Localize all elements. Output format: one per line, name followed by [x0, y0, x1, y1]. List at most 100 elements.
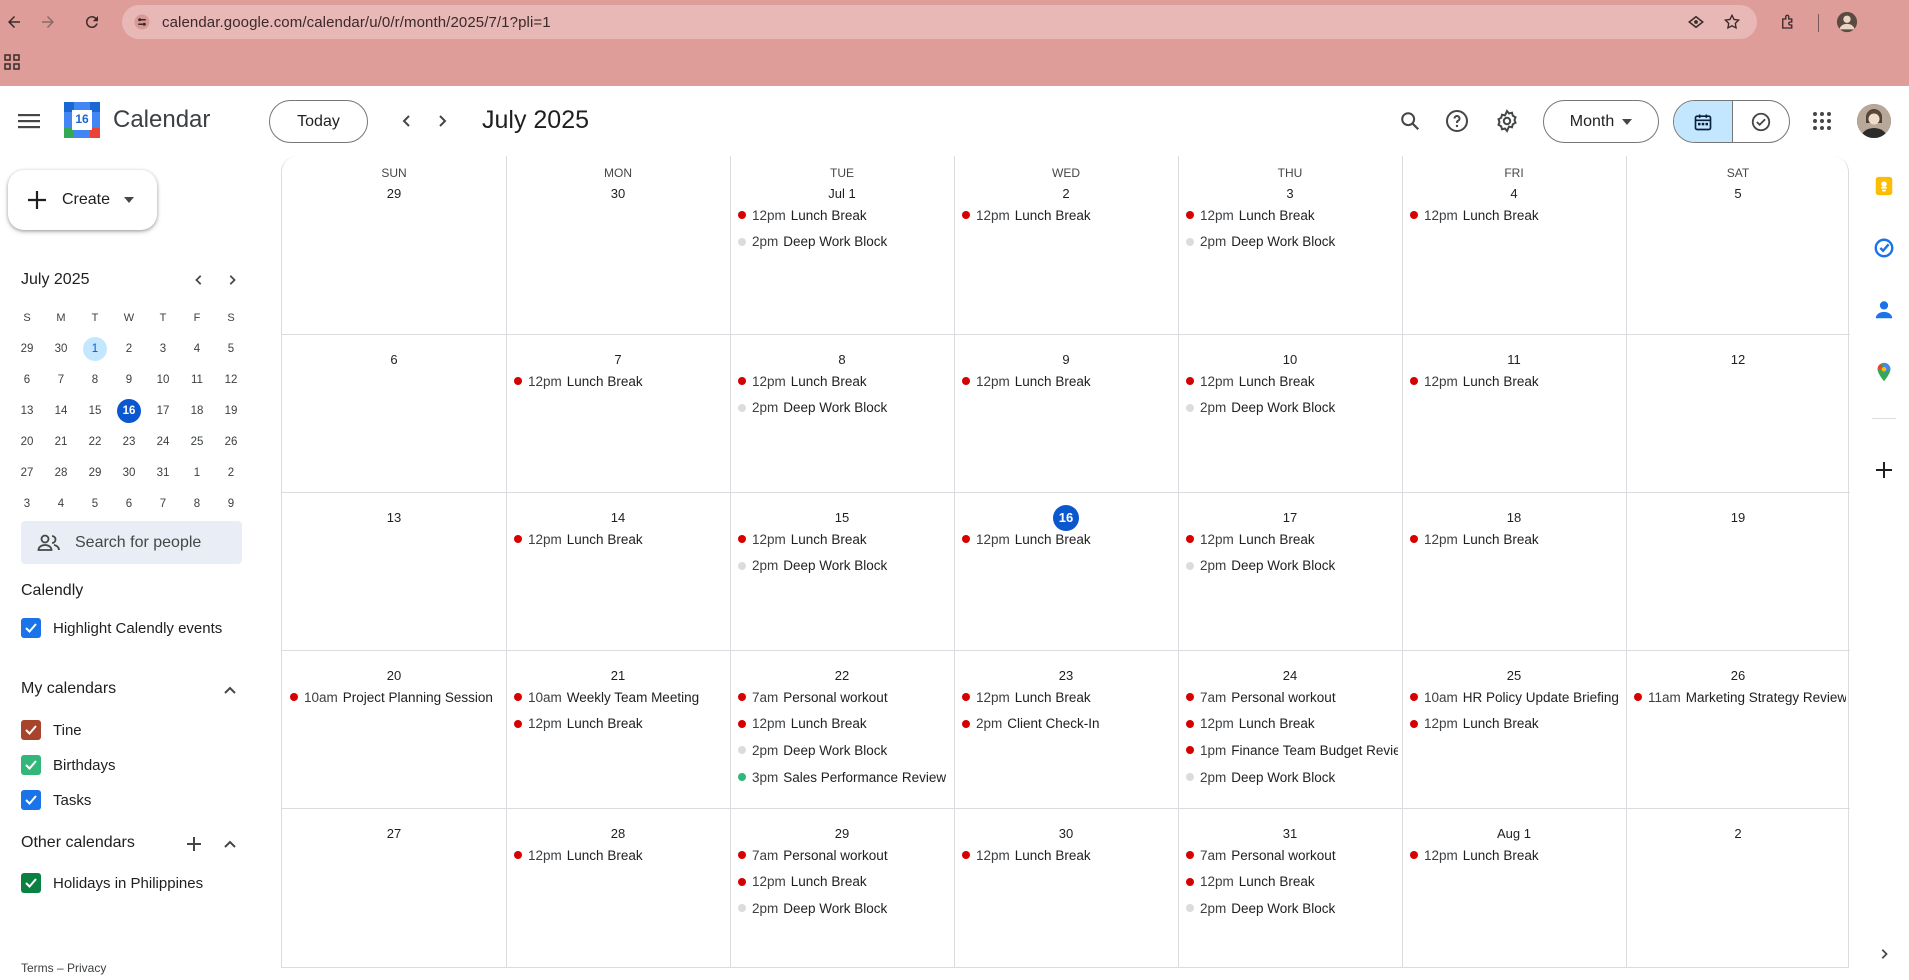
mini-day[interactable]: 2 [112, 333, 146, 364]
mini-day[interactable]: 9 [112, 364, 146, 395]
contacts-icon[interactable] [1872, 298, 1896, 322]
calendar-event[interactable]: 12pm Lunch Break [1410, 713, 1622, 735]
day-cell[interactable]: Aug 1 12pm Lunch Break [1402, 808, 1626, 968]
day-cell[interactable]: 27 [282, 808, 506, 968]
add-icon[interactable] [1872, 458, 1896, 482]
mini-day[interactable]: 6 [10, 364, 44, 395]
back-icon[interactable] [0, 8, 28, 36]
tasks-view-icon[interactable] [1731, 101, 1790, 142]
calendar-item-holidays-in-philippines[interactable]: Holidays in Philippines [21, 873, 203, 893]
mini-day[interactable]: 21 [44, 426, 78, 457]
mini-day[interactable]: 19 [214, 395, 248, 426]
collapse-chevron-icon[interactable] [218, 678, 242, 702]
day-cell[interactable]: 4 12pm Lunch Break [1402, 156, 1626, 334]
calendar-event[interactable]: 10am Weekly Team Meeting [514, 686, 726, 708]
calendar-event[interactable]: 2pm Deep Work Block [738, 555, 950, 577]
mini-day[interactable]: 4 [44, 488, 78, 519]
calendar-item-tine[interactable]: Tine [21, 720, 82, 740]
day-cell[interactable]: 30 [506, 156, 730, 334]
day-cell[interactable]: 30 12pm Lunch Break [954, 808, 1178, 968]
search-people-input[interactable]: Search for people [21, 521, 242, 564]
mini-previous-icon[interactable] [187, 268, 211, 292]
calendar-event[interactable]: 2pm Deep Work Block [1186, 555, 1398, 577]
mini-day[interactable]: 3 [10, 488, 44, 519]
calendar-event[interactable]: 12pm Lunch Break [514, 713, 726, 735]
mini-day[interactable]: 4 [180, 333, 214, 364]
calendar-event[interactable]: 7am Personal workout [1186, 844, 1398, 866]
today-button[interactable]: Today [269, 100, 368, 143]
day-cell[interactable]: 18 12pm Lunch Break [1402, 492, 1626, 650]
day-number[interactable]: 9 [954, 352, 1178, 367]
mini-day[interactable]: 13 [10, 395, 44, 426]
mini-day[interactable]: 6 [112, 488, 146, 519]
calendar-event[interactable]: 1pm Finance Team Budget Review [1186, 739, 1398, 761]
calendar-event[interactable]: 12pm Lunch Break [1410, 844, 1622, 866]
mini-day[interactable]: 30 [112, 457, 146, 488]
mini-day[interactable]: 3 [146, 333, 180, 364]
other-calendars-title[interactable]: Other calendars [21, 834, 135, 852]
day-cell[interactable]: 9 12pm Lunch Break [954, 334, 1178, 492]
mini-day[interactable]: 2 [214, 457, 248, 488]
day-cell[interactable]: 11 12pm Lunch Break [1402, 334, 1626, 492]
mini-day[interactable]: 31 [146, 457, 180, 488]
mini-day[interactable]: 26 [214, 426, 248, 457]
day-number[interactable]: 19 [1626, 510, 1850, 525]
calendar-event[interactable]: 12pm Lunch Break [514, 528, 726, 550]
calendar-event[interactable]: 12pm Lunch Break [514, 370, 726, 392]
keep-icon[interactable] [1872, 174, 1896, 198]
calendar-event[interactable]: 2pm Deep Work Block [738, 739, 950, 761]
mini-day[interactable]: 10 [146, 364, 180, 395]
calendar-event[interactable]: 10am HR Policy Update Briefing [1410, 686, 1622, 708]
day-cell[interactable]: 6 [282, 334, 506, 492]
calendar-event[interactable]: 3pm Sales Performance Review [738, 766, 950, 788]
day-number[interactable]: 2 [954, 186, 1178, 201]
day-cell[interactable]: 8 12pm Lunch Break 2pm Deep Work Block [730, 334, 954, 492]
mini-day[interactable]: 12 [214, 364, 248, 395]
calendar-event[interactable]: 12pm Lunch Break [962, 204, 1174, 226]
mini-day[interactable]: 27 [10, 457, 44, 488]
mini-day[interactable]: 25 [180, 426, 214, 457]
calendar-event[interactable]: 12pm Lunch Break [962, 528, 1174, 550]
day-cell[interactable]: 2 [1626, 808, 1850, 968]
mini-day[interactable]: 28 [44, 457, 78, 488]
day-number[interactable]: 24 [1178, 668, 1402, 683]
calendar-event[interactable]: 2pm Deep Work Block [1186, 766, 1398, 788]
help-icon[interactable] [1442, 106, 1472, 136]
mini-day[interactable]: 23 [112, 426, 146, 457]
day-number[interactable]: 14 [506, 510, 730, 525]
day-cell[interactable]: 21 10am Weekly Team Meeting 12pm Lunch Break [506, 650, 730, 808]
day-number[interactable]: 25 [1402, 668, 1626, 683]
day-cell[interactable]: 29 7am Personal workout 12pm Lunch Break 2pm D… [730, 808, 954, 968]
mini-day[interactable]: 5 [214, 333, 248, 364]
day-number[interactable]: 30 [954, 826, 1178, 841]
calendar-event[interactable]: 12pm Lunch Break [738, 528, 950, 550]
day-number[interactable]: 10 [1178, 352, 1402, 367]
day-cell[interactable]: 17 12pm Lunch Break 2pm Deep Work Block [1178, 492, 1402, 650]
mini-day[interactable]: 8 [180, 488, 214, 519]
mini-day[interactable]: 8 [78, 364, 112, 395]
calendar-event[interactable]: 12pm Lunch Break [738, 370, 950, 392]
day-number[interactable]: 4 [1402, 186, 1626, 201]
day-number[interactable]: 18 [1402, 510, 1626, 525]
mini-day[interactable]: 1 [78, 333, 112, 364]
calendar-event[interactable]: 12pm Lunch Break [514, 844, 726, 866]
mini-day[interactable]: 9 [214, 488, 248, 519]
mini-day[interactable]: 29 [10, 333, 44, 364]
collapse-chevron-icon[interactable] [218, 832, 242, 856]
settings-gear-icon[interactable] [1492, 106, 1522, 136]
day-cell[interactable]: 3 12pm Lunch Break 2pm Deep Work Block [1178, 156, 1402, 334]
site-info-icon[interactable] [128, 8, 156, 36]
calendar-event[interactable]: 12pm Lunch Break [1186, 204, 1398, 226]
day-number[interactable]: 30 [506, 186, 730, 201]
day-cell[interactable]: 28 12pm Lunch Break [506, 808, 730, 968]
calendar-event[interactable]: 7am Personal workout [1186, 686, 1398, 708]
day-number[interactable]: 29 [730, 826, 954, 841]
day-cell[interactable]: 13 [282, 492, 506, 650]
mini-day[interactable]: 17 [146, 395, 180, 426]
calendar-event[interactable]: 7am Personal workout [738, 844, 950, 866]
day-cell[interactable]: 10 12pm Lunch Break 2pm Deep Work Block [1178, 334, 1402, 492]
calendar-event[interactable]: 12pm Lunch Break [962, 686, 1174, 708]
day-number[interactable]: Jul 1 [730, 186, 954, 201]
create-button[interactable]: Create [8, 170, 157, 230]
calendar-event[interactable]: 2pm Deep Work Block [1186, 231, 1398, 253]
